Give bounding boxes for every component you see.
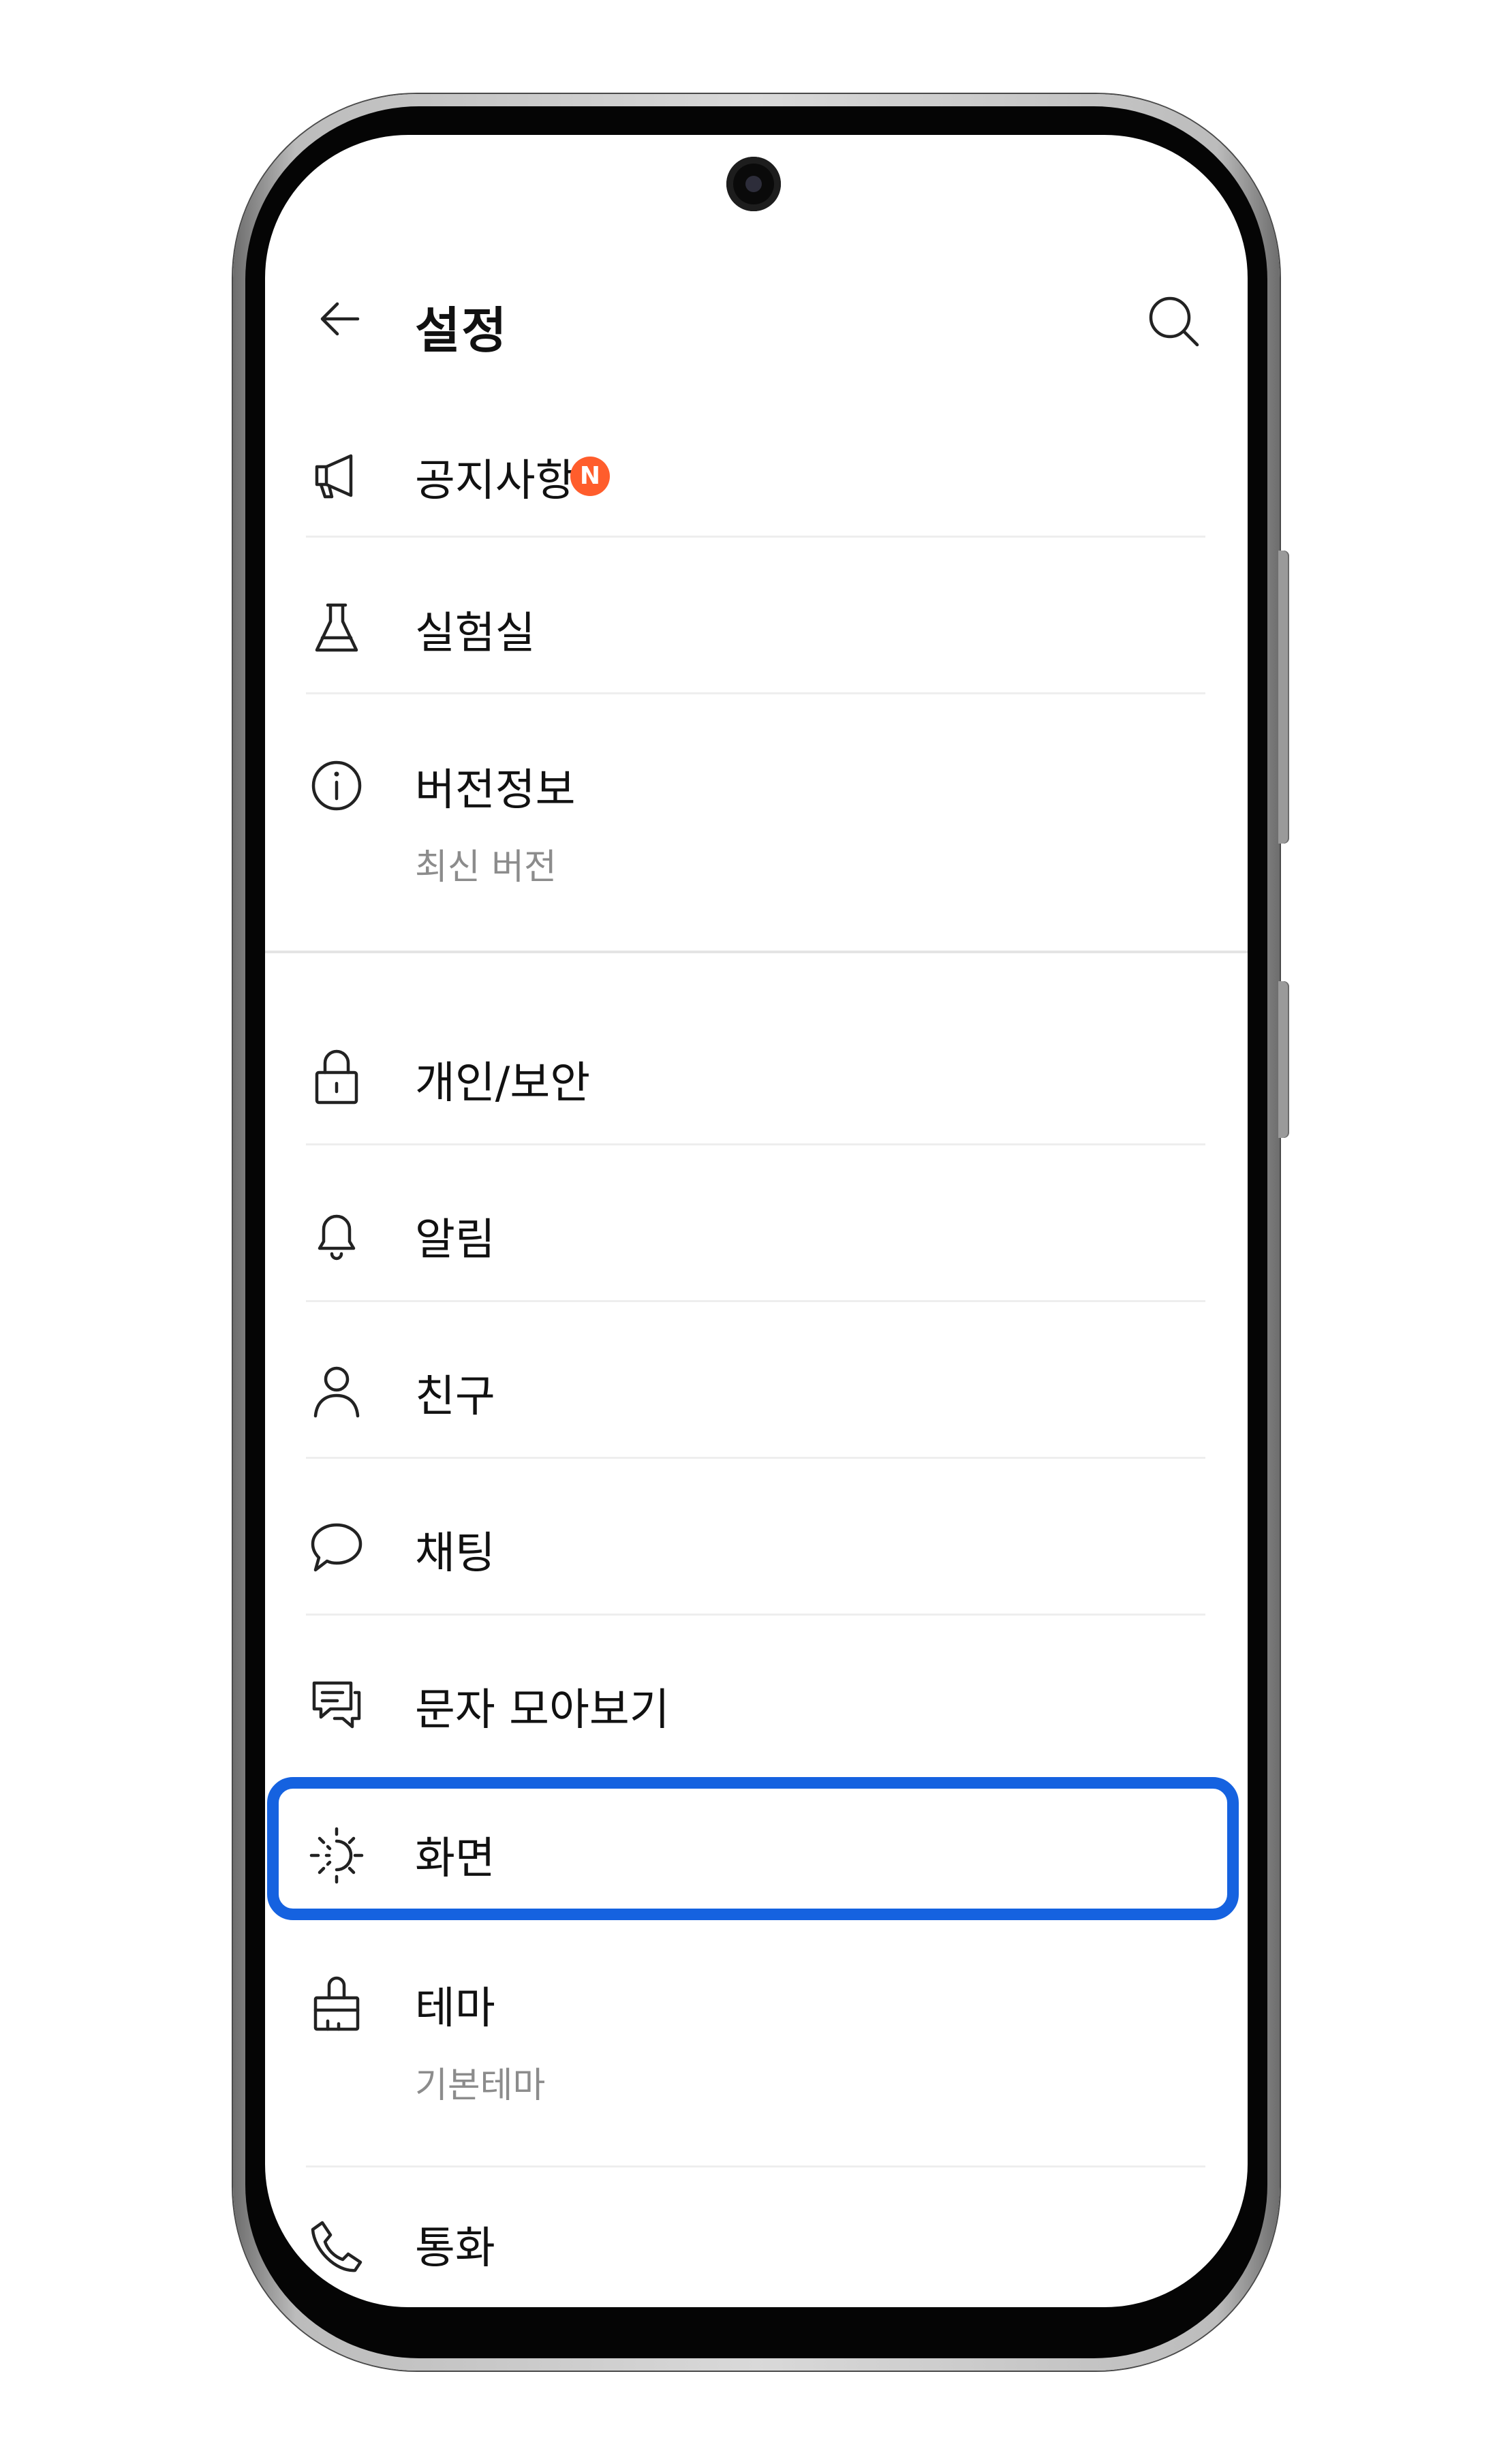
person-icon (307, 1361, 366, 1420)
menu-label: 개인/보안 (415, 1058, 591, 1109)
menu-label: 테마 (415, 1984, 495, 2034)
menu-item-theme[interactable]: 테마 기본테마 (265, 1947, 1248, 2152)
menu-label: 공지사항 (415, 456, 576, 506)
info-icon (307, 756, 366, 815)
menu-sublabel: 기본테마 (415, 2065, 546, 2106)
menu-item-call[interactable]: 통화 (265, 2186, 1248, 2307)
menu-item-notice[interactable]: 공지사항 N (265, 407, 1248, 544)
page-title: 설정 (415, 302, 508, 359)
divider (306, 2165, 1205, 2167)
power-button (1278, 551, 1289, 844)
menu-label: 채팅 (415, 1528, 495, 1579)
divider (306, 692, 1205, 694)
search-icon (1149, 296, 1199, 347)
menu-item-friends[interactable]: 친구 (265, 1334, 1248, 1470)
divider (306, 1143, 1205, 1145)
divider (306, 1614, 1205, 1616)
highlight-box (267, 1777, 1239, 1920)
menu-label: 통화 (415, 2223, 495, 2274)
new-badge: N (570, 457, 610, 496)
flask-icon (307, 598, 366, 657)
menu-item-sms[interactable]: 문자 모아보기 (265, 1648, 1248, 1784)
chat-bubble-icon (307, 1518, 366, 1577)
lock-icon (307, 1048, 366, 1107)
section-divider (265, 951, 1248, 953)
bell-icon (307, 1205, 366, 1263)
arrow-left-icon (320, 302, 360, 336)
divider (306, 536, 1205, 538)
menu-item-privacy[interactable]: 개인/보안 (265, 1021, 1248, 1157)
menu-label: 알림 (415, 1215, 495, 1265)
divider (306, 1457, 1205, 1459)
back-button[interactable] (306, 285, 374, 353)
menu-label: 친구 (415, 1372, 495, 1422)
menu-label: 버전정보 (415, 765, 576, 816)
menu-sublabel: 최신 버전 (415, 847, 557, 888)
volume-button (1278, 981, 1289, 1138)
message-collection-icon (307, 1675, 366, 1733)
phone-icon (307, 2217, 366, 2276)
paint-brush-icon (307, 1976, 366, 2035)
menu-label: 실험실 (415, 608, 536, 659)
menu-item-chat[interactable]: 채팅 (265, 1491, 1248, 1627)
app-header: 설정 (265, 264, 1248, 373)
menu-item-version[interactable]: 버전정보 최신 버전 (265, 722, 1248, 927)
menu-label: 문자 모아보기 (415, 1685, 670, 1735)
menu-item-alarm[interactable]: 알림 (265, 1177, 1248, 1314)
screen: 설정 공지사항 N 실험실 버전정보 최신 버전 개인/보안 알림 친구 채팅 … (265, 135, 1248, 2307)
search-button[interactable] (1137, 285, 1212, 360)
megaphone-icon (307, 446, 366, 505)
menu-item-lab[interactable]: 실험실 (265, 564, 1248, 700)
front-camera (726, 157, 781, 211)
divider (306, 1300, 1205, 1302)
